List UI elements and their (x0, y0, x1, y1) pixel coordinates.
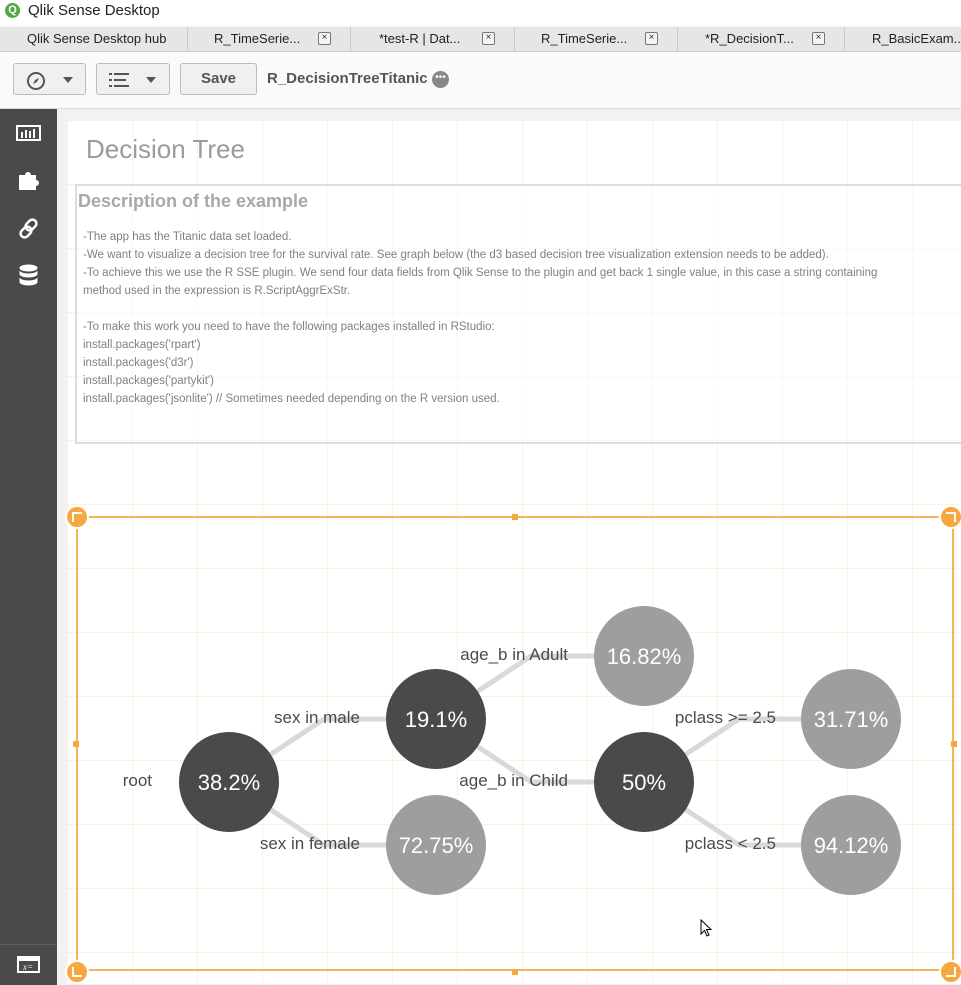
tree-node-value: 16.82% (607, 644, 682, 669)
mouse-cursor-icon (700, 919, 713, 937)
tree-split-label: age_b in Adult (460, 645, 568, 664)
tree-split-label: sex in female (260, 834, 360, 853)
tree-node-value: 31.71% (814, 707, 889, 732)
tree-split-label: pclass >= 2.5 (675, 708, 776, 727)
decision-tree-chart: 38.2% 19.1% 72.75% 16.82% 50% 31.71% 94.12% ro… (123, 606, 901, 895)
tree-node-value: 38.2% (198, 770, 260, 795)
tree-node-value: 19.1% (405, 707, 467, 732)
tree-split-label: pclass < 2.5 (685, 834, 776, 853)
tree-node-value: 94.12% (814, 833, 889, 858)
tree-split-label: age_b in Child (459, 771, 568, 790)
tree-split-label: sex in male (274, 708, 360, 727)
tree-split-label: root (123, 771, 153, 790)
tree-node-value: 72.75% (399, 833, 474, 858)
tree-node-value: 50% (622, 770, 666, 795)
